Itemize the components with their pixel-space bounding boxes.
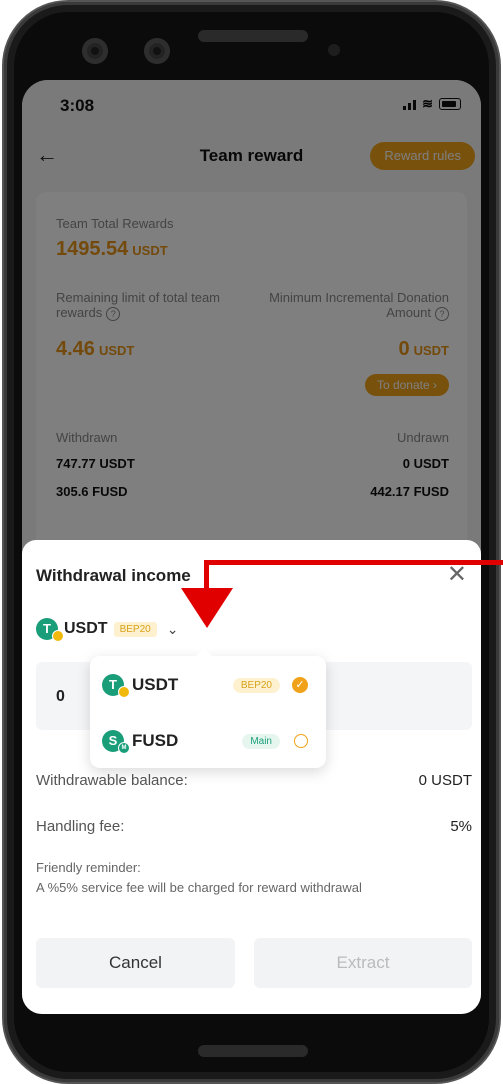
- annotation-arrow-icon: [181, 588, 233, 628]
- earpiece-speaker: [198, 30, 308, 42]
- friendly-reminder: Friendly reminder: A %5% service fee wil…: [36, 858, 362, 898]
- reminder-title: Friendly reminder:: [36, 860, 141, 875]
- dropdown-option-usdt[interactable]: T USDT BEP20 ✓: [102, 670, 316, 700]
- annotation-line: [204, 560, 209, 590]
- proximity-sensor: [328, 44, 340, 56]
- phone-mockup: 3:08 ≋ ← Team reward Reward rules Team T…: [0, 0, 503, 1084]
- selected-token: USDT: [64, 620, 108, 637]
- amount-value: 0: [56, 688, 65, 705]
- balance-label: Withdrawable balance:: [36, 772, 188, 789]
- fusd-coin-icon: SM: [102, 730, 130, 754]
- usdt-coin-icon: T: [102, 674, 130, 698]
- withdrawable-balance-row: Withdrawable balance: 0 USDT: [36, 772, 472, 789]
- network-badge: BEP20: [113, 621, 157, 637]
- token-dropdown: T USDT BEP20 ✓ SM FUSD Main: [90, 648, 326, 768]
- token-selector[interactable]: T USDT BEP20 ⌄: [36, 618, 179, 642]
- handling-fee-row: Handling fee: 5%: [36, 818, 472, 835]
- dropdown-option-fusd[interactable]: SM FUSD Main: [102, 726, 316, 756]
- usdt-coin-icon: T: [36, 618, 64, 642]
- reminder-text: A %5% service fee will be charged for re…: [36, 880, 362, 895]
- withdrawal-sheet: Withdrawal income ✕ T USDT BEP20 ⌄ 0 Wit…: [22, 540, 481, 1014]
- app-screen: 3:08 ≋ ← Team reward Reward rules Team T…: [22, 80, 481, 1014]
- front-camera-icon: [82, 38, 108, 64]
- check-icon: ✓: [292, 677, 308, 693]
- chevron-down-icon[interactable]: ⌄: [167, 621, 179, 638]
- bottom-speaker: [198, 1045, 308, 1057]
- extract-button[interactable]: Extract: [254, 938, 472, 988]
- option-token: USDT: [132, 675, 179, 694]
- cancel-button[interactable]: Cancel: [36, 938, 235, 988]
- sheet-title: Withdrawal income: [36, 566, 191, 585]
- option-token: FUSD: [132, 731, 179, 750]
- option-badge: Main: [242, 733, 280, 749]
- balance-value: 0 USDT: [418, 772, 472, 789]
- fee-value: 5%: [450, 818, 472, 835]
- annotation-line: [206, 560, 503, 565]
- radio-icon: [294, 734, 308, 748]
- front-camera-icon: [144, 38, 170, 64]
- option-badge: BEP20: [232, 677, 280, 693]
- fee-label: Handling fee:: [36, 818, 125, 835]
